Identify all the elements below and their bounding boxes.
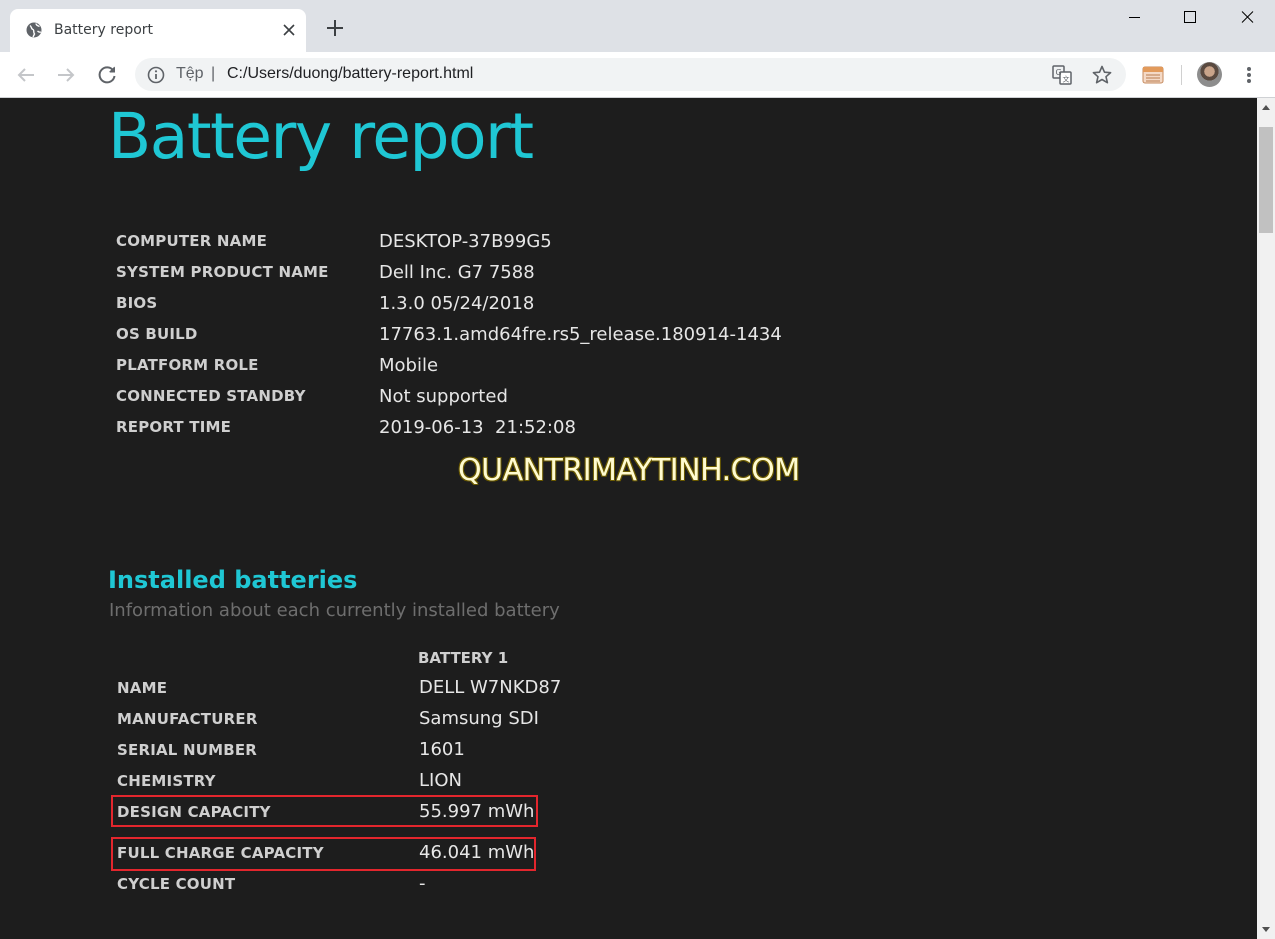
battery-column-header: BATTERY 1 bbox=[418, 649, 509, 667]
new-tab-button[interactable] bbox=[324, 17, 346, 39]
info-label-product-name: SYSTEM PRODUCT NAME bbox=[116, 263, 329, 281]
battery-value-chemistry: LION bbox=[419, 770, 462, 791]
battery-label-chemistry: CHEMISTRY bbox=[117, 772, 216, 790]
watermark-text: QUANTRIMAYTINH.COM bbox=[458, 453, 800, 488]
info-label-platform-role: PLATFORM ROLE bbox=[116, 356, 259, 374]
battery-value-serial-number: 1601 bbox=[419, 739, 465, 760]
info-label-connected-standby: CONNECTED STANDBY bbox=[116, 387, 306, 405]
info-value-bios: 1.3.0 05/24/2018 bbox=[379, 293, 535, 314]
section-title-installed-batteries: Installed batteries bbox=[108, 566, 358, 594]
battery-label-full-charge-capacity: FULL CHARGE CAPACITY bbox=[117, 844, 324, 862]
minimize-button[interactable] bbox=[1105, 0, 1163, 34]
tab-title: Battery report bbox=[54, 22, 154, 38]
battery-label-cycle-count: CYCLE COUNT bbox=[117, 875, 236, 893]
url-separator: | bbox=[211, 65, 216, 82]
tab-strip: Battery report bbox=[0, 0, 1275, 52]
battery-value-cycle-count: - bbox=[419, 873, 426, 894]
url-text[interactable]: C:/Users/duong/battery-report.html bbox=[227, 65, 473, 83]
back-icon[interactable] bbox=[14, 63, 38, 87]
bookmark-star-icon[interactable] bbox=[1091, 64, 1113, 86]
scroll-up-arrow-icon[interactable] bbox=[1261, 103, 1271, 111]
address-bar[interactable]: Tệp | C:/Users/duong/battery-report.html… bbox=[135, 58, 1126, 91]
page-title: Battery report bbox=[108, 100, 534, 173]
info-label-bios: BIOS bbox=[116, 294, 158, 312]
reload-icon[interactable] bbox=[95, 63, 119, 87]
close-window-button[interactable] bbox=[1219, 0, 1275, 34]
translate-icon[interactable]: G 文 bbox=[1051, 64, 1073, 86]
svg-text:G: G bbox=[1056, 68, 1062, 77]
info-value-report-time: 2019-06-13 21:52:08 bbox=[379, 417, 576, 438]
globe-icon bbox=[26, 22, 42, 38]
info-label-os-build: OS BUILD bbox=[116, 325, 198, 343]
extension-icon[interactable] bbox=[1141, 63, 1165, 87]
svg-text:文: 文 bbox=[1063, 75, 1070, 84]
battery-value-manufacturer: Samsung SDI bbox=[419, 708, 539, 729]
info-value-computer-name: DESKTOP-37B99G5 bbox=[379, 231, 552, 252]
profile-avatar[interactable] bbox=[1197, 62, 1222, 87]
info-value-connected-standby: Not supported bbox=[379, 386, 508, 407]
scroll-down-arrow-icon[interactable] bbox=[1261, 926, 1271, 934]
battery-value-full-charge-capacity: 46.041 mWh bbox=[419, 842, 535, 863]
info-label-computer-name: COMPUTER NAME bbox=[116, 232, 268, 250]
page-content: Battery report COMPUTER NAME DESKTOP-37B… bbox=[0, 98, 1257, 939]
browser-tab[interactable]: Battery report bbox=[10, 9, 306, 52]
more-menu-icon[interactable] bbox=[1240, 63, 1258, 87]
info-icon[interactable] bbox=[147, 66, 165, 84]
section-subtitle: Information about each currently install… bbox=[109, 600, 560, 621]
maximize-button[interactable] bbox=[1162, 0, 1220, 34]
info-value-platform-role: Mobile bbox=[379, 355, 439, 376]
battery-label-design-capacity: DESIGN CAPACITY bbox=[117, 803, 271, 821]
battery-label-manufacturer: MANUFACTURER bbox=[117, 710, 258, 728]
url-scheme-label: Tệp bbox=[176, 65, 204, 82]
battery-label-name: NAME bbox=[117, 679, 168, 697]
battery-value-name: DELL W7NKD87 bbox=[419, 677, 562, 698]
info-label-report-time: REPORT TIME bbox=[116, 418, 232, 436]
toolbar-divider bbox=[1181, 65, 1182, 85]
browser-toolbar: Tệp | C:/Users/duong/battery-report.html… bbox=[0, 52, 1275, 98]
info-value-os-build: 17763.1.amd64fre.rs5_release.180914-1434 bbox=[379, 324, 782, 345]
battery-label-serial-number: SERIAL NUMBER bbox=[117, 741, 258, 759]
battery-value-design-capacity: 55.997 mWh bbox=[419, 801, 535, 822]
scrollbar-thumb[interactable] bbox=[1259, 127, 1273, 233]
close-tab-icon[interactable] bbox=[280, 21, 298, 39]
info-value-product-name: Dell Inc. G7 7588 bbox=[379, 262, 535, 283]
vertical-scrollbar[interactable] bbox=[1257, 98, 1275, 939]
forward-icon[interactable] bbox=[54, 63, 78, 87]
